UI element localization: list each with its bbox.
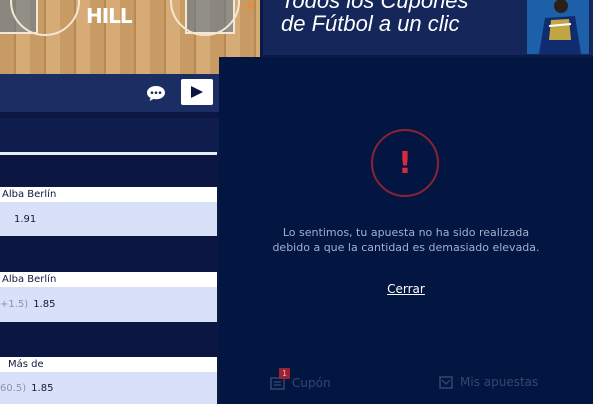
- handicap-value: +1.5): [0, 299, 29, 310]
- coupon-icon: 1: [270, 368, 290, 390]
- banner-player-image: [527, 0, 589, 54]
- odds-button[interactable]: +1.5) 1.85: [0, 287, 217, 322]
- market-header: Más de: [0, 357, 217, 372]
- tab-my-bets-label: Mis apuestas: [460, 375, 539, 389]
- my-bets-icon: [439, 376, 453, 389]
- close-link[interactable]: Cerrar: [219, 282, 593, 296]
- promo-banner[interactable]: Todos los Cupones de Fútbol a un clic: [263, 0, 593, 55]
- handicap-value: 60.5): [0, 382, 27, 394]
- play-icon: [191, 86, 203, 98]
- banner-line-2: de Fútbol a un clic: [281, 11, 460, 36]
- tab-my-bets[interactable]: Mis apuestas: [439, 375, 538, 389]
- chat-button[interactable]: [139, 79, 173, 107]
- error-message-line-2: debido a que la cantidad es demasiado el…: [272, 241, 540, 254]
- market-header: Alba Berlín: [0, 272, 217, 287]
- odds-value: 1.91: [14, 213, 37, 225]
- exclamation-icon: !: [398, 145, 412, 181]
- betting-page: HILL Alba Berlín 1.91 Alba Berlín +1.5) …: [0, 0, 593, 404]
- tab-cupon[interactable]: 1 Cupón: [270, 368, 331, 390]
- error-message: Lo sentimos, tu apuesta no ha sido reali…: [239, 225, 573, 255]
- cupon-count-badge: 1: [279, 368, 290, 379]
- court-hoop: [247, 2, 254, 9]
- alert-icon: !: [371, 129, 439, 197]
- odds-button[interactable]: 60.5) 1.85: [0, 372, 217, 404]
- odds-button[interactable]: 1.91: [0, 202, 217, 236]
- market-row: Alba Berlín +1.5) 1.85: [0, 272, 217, 322]
- video-button[interactable]: [181, 79, 213, 105]
- tab-cupon-label: Cupón: [292, 375, 331, 390]
- court-logo: HILL: [86, 4, 133, 28]
- market-header: Alba Berlín: [0, 187, 217, 202]
- market-row: Más de 60.5) 1.85: [0, 357, 217, 404]
- chat-icon: [147, 85, 165, 101]
- market-row: Alba Berlín 1.91: [0, 187, 217, 236]
- bet-error-panel: ! Lo sentimos, tu apuesta no ha sido rea…: [219, 57, 593, 404]
- odds-value: 1.85: [33, 299, 56, 310]
- error-message-line-1: Lo sentimos, tu apuesta no ha sido reali…: [282, 226, 530, 239]
- odds-value: 1.85: [31, 382, 54, 394]
